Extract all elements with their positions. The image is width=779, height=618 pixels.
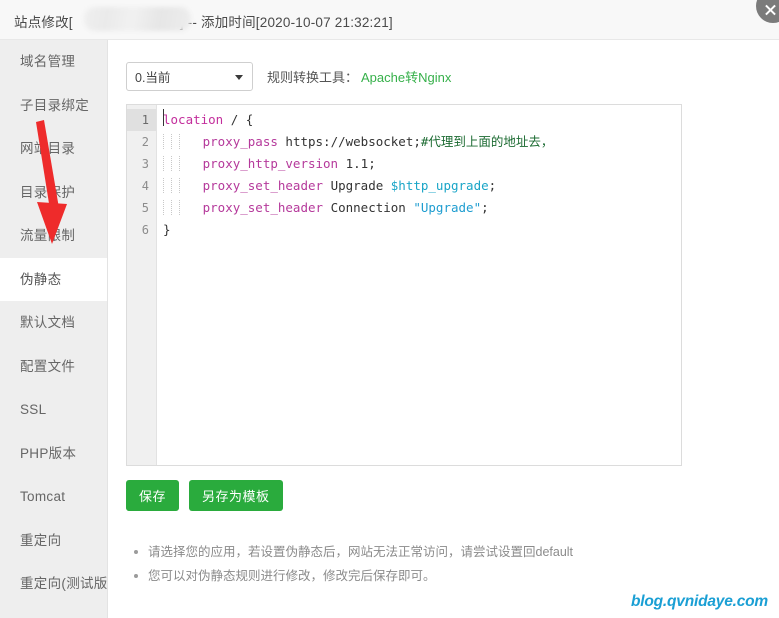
sidebar-item-tomcat[interactable]: Tomcat (0, 475, 107, 519)
code-token: proxy_http_version (202, 156, 339, 171)
sidebar-item-default-document[interactable]: 默认文档 (0, 301, 107, 345)
line-number: 5 (141, 201, 149, 215)
window-title-bar: 站点修改[ ] -- 添加时间[2020-10-07 21:32:21] (0, 0, 779, 40)
close-icon[interactable] (756, 0, 779, 23)
main-content: 0.当前 规则转换工具： Apache转Nginx 1 2 3 4 5 6 lo… (109, 40, 779, 618)
indent-guide (163, 156, 171, 171)
line-number: 6 (141, 223, 149, 237)
code-token: ; (488, 178, 497, 193)
code-token: https://websocket; (277, 134, 421, 149)
indent-guide (171, 200, 179, 215)
code-token: location (163, 112, 231, 127)
line-number: 3 (141, 157, 149, 171)
code-token: 1.1; (338, 156, 376, 171)
code-token: } (163, 222, 171, 237)
sidebar-item-php-version[interactable]: PHP版本 (0, 432, 107, 476)
editor-code-area[interactable]: location / { proxy_pass https://websocke… (157, 105, 681, 465)
save-as-template-button[interactable]: 另存为模板 (189, 480, 283, 511)
code-token: Upgrade (323, 178, 391, 193)
chevron-down-icon (235, 75, 243, 80)
sidebar-item-ssl[interactable]: SSL (0, 388, 107, 432)
title-suffix: ] (388, 15, 393, 30)
sidebar-item-subdirectory-binding[interactable]: 子目录绑定 (0, 84, 107, 128)
pseudo-static-code-editor[interactable]: 1 2 3 4 5 6 location / { proxy_pass http… (126, 104, 682, 466)
code-token: Connection (323, 200, 414, 215)
line-number: 4 (141, 179, 149, 193)
sidebar-item-redirect[interactable]: 重定向 (0, 519, 107, 563)
line-number: 2 (141, 135, 149, 149)
indent-guide (171, 156, 179, 171)
rule-toolbar: 0.当前 规则转换工具： Apache转Nginx (126, 62, 451, 91)
code-line[interactable]: proxy_pass https://websocket;#代理到上面的地址去， (157, 131, 681, 153)
indent-guide (171, 134, 179, 149)
indent-guide (179, 156, 187, 171)
code-token: proxy_set_header (202, 178, 324, 193)
help-notes-list: 请选择您的应用，若设置伪静态后，网站无法正常访问，请尝试设置回default 您… (126, 540, 573, 588)
sidebar-nav[interactable]: 域名管理 子目录绑定 网站目录 目录保护 流量限制 伪静态 默认文档 配置文件 … (0, 40, 108, 618)
indent-guide (179, 134, 187, 149)
indent-guide (163, 200, 171, 215)
redacted-site-name (84, 7, 191, 31)
sidebar-item-directory-protection[interactable]: 目录保护 (0, 171, 107, 215)
indent-guide (163, 178, 171, 193)
code-token: ; (481, 200, 489, 215)
sidebar-item-domain-management[interactable]: 域名管理 (0, 40, 107, 84)
indent-guide (179, 200, 187, 215)
code-token: proxy_pass (202, 134, 278, 149)
indent-guide (163, 134, 171, 149)
indent-guide (171, 178, 179, 193)
watermark: blog.qvnidaye.com (631, 593, 768, 610)
code-token: "Upgrade" (413, 200, 482, 215)
sidebar-item-reverse-proxy[interactable]: 反向代理 (0, 606, 107, 618)
code-line[interactable]: proxy_set_header Upgrade $http_upgrade; (157, 175, 681, 197)
code-line[interactable]: location / { (157, 109, 681, 131)
code-token: #代理到上面的地址去， (420, 134, 554, 149)
list-item: 请选择您的应用，若设置伪静态后，网站无法正常访问，请尝试设置回default (133, 540, 573, 564)
sidebar-item-redirect-beta[interactable]: 重定向(测试版) (0, 562, 107, 606)
title-timestamp: 2020-10-07 21:32:21 (259, 15, 389, 30)
editor-line-number-gutter: 1 2 3 4 5 6 (127, 105, 157, 465)
code-token: / { (230, 112, 254, 127)
indent-guide (179, 178, 187, 193)
save-button[interactable]: 保存 (126, 480, 180, 511)
line-number: 1 (127, 109, 156, 131)
apache-to-nginx-link[interactable]: Apache转Nginx (361, 67, 451, 86)
editor-action-buttons: 保存 另存为模板 (126, 480, 283, 511)
code-line[interactable]: } (157, 219, 681, 241)
code-token: $http_upgrade (390, 178, 489, 193)
page-title: 站点修改[ ] -- 添加时间[2020-10-07 21:32:21] (14, 11, 393, 31)
code-line[interactable]: proxy_http_version 1.1; (157, 153, 681, 175)
rule-select[interactable]: 0.当前 (126, 62, 253, 91)
sidebar-item-config-file[interactable]: 配置文件 (0, 345, 107, 389)
code-token: proxy_set_header (202, 200, 324, 215)
code-line[interactable]: proxy_set_header Connection "Upgrade"; (157, 197, 681, 219)
converter-label: 规则转换工具： (267, 70, 359, 85)
rule-select-value: 0.当前 (135, 71, 171, 85)
list-item: 您可以对伪静态规则进行修改，修改完后保存即可。 (133, 564, 573, 588)
title-prefix: 站点修改[ (14, 15, 73, 30)
sidebar-item-website-directory[interactable]: 网站目录 (0, 127, 107, 171)
sidebar-item-traffic-limit[interactable]: 流量限制 (0, 214, 107, 258)
sidebar-item-pseudo-static[interactable]: 伪静态 (0, 257, 107, 301)
title-middle: ] -- 添加时间[ (179, 15, 260, 30)
